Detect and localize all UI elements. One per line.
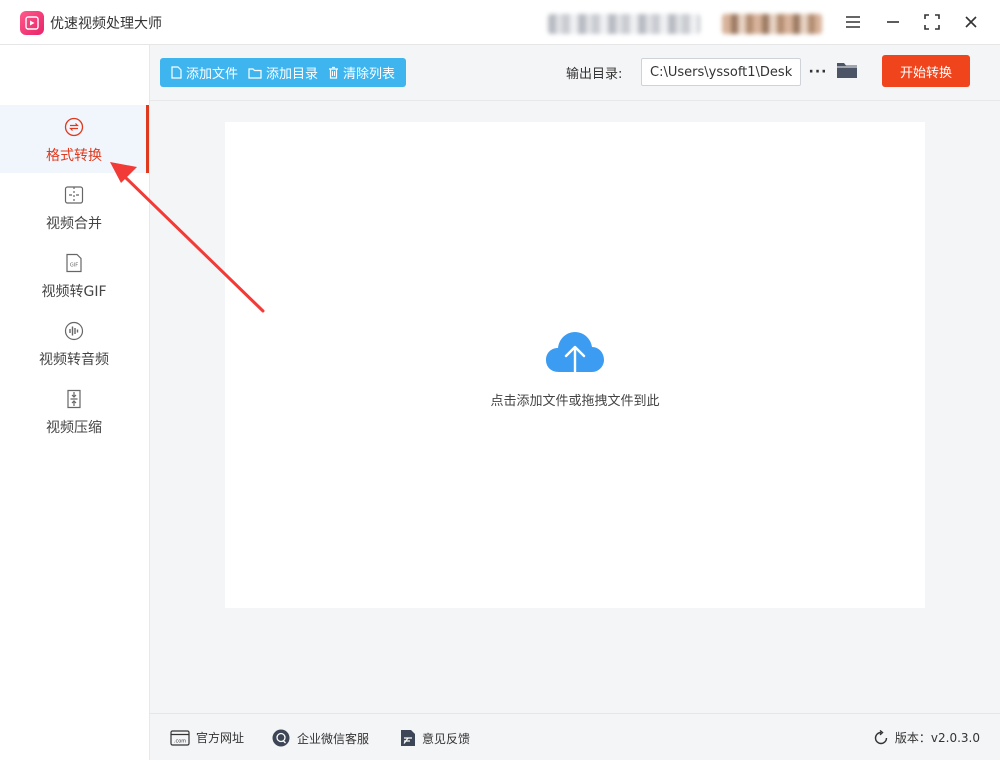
wechat-support-link[interactable]: 企业微信客服 bbox=[271, 729, 369, 747]
minimize-icon[interactable] bbox=[880, 10, 906, 34]
close-icon[interactable] bbox=[958, 10, 984, 34]
sidebar-item-format-convert[interactable]: 格式转换 bbox=[0, 105, 148, 173]
output-directory-input[interactable] bbox=[641, 58, 801, 86]
drop-zone-hint: 点击添加文件或拖拽文件到此 bbox=[490, 394, 660, 409]
menu-icon[interactable] bbox=[840, 10, 866, 34]
app-logo-icon bbox=[20, 11, 44, 35]
sidebar-item-video-compress[interactable]: 视频压缩 bbox=[0, 377, 148, 445]
add-directory-button[interactable]: 添加目录 bbox=[243, 58, 323, 87]
sidebar-item-label: 视频合并 bbox=[46, 216, 102, 232]
sidebar-item-video-to-gif[interactable]: GIF 视频转GIF bbox=[0, 241, 148, 309]
footer: .com 官方网址 企业微信客服 意见反馈 版本：v2.0.3.0 bbox=[150, 713, 1000, 760]
merge-icon bbox=[64, 186, 84, 204]
convert-icon bbox=[64, 117, 84, 137]
avatar[interactable] bbox=[722, 14, 822, 34]
file-drop-zone[interactable]: 点击添加文件或拖拽文件到此 bbox=[225, 122, 925, 608]
clear-list-button[interactable]: 清除列表 bbox=[323, 58, 400, 87]
version-info[interactable]: 版本：v2.0.3.0 bbox=[873, 729, 980, 746]
audio-icon bbox=[64, 321, 84, 341]
feedback-label: 意见反馈 bbox=[422, 731, 471, 746]
sidebar-item-label: 格式转换 bbox=[46, 148, 102, 164]
toolbar: 添加文件 添加目录 清除列表 输出目录: ··· 开始转换 bbox=[150, 45, 1000, 101]
folder-outline-icon bbox=[248, 67, 262, 79]
account-info-blurred bbox=[548, 14, 700, 34]
app-title: 优速视频处理大师 bbox=[50, 16, 162, 32]
title-bar: 优速视频处理大师 bbox=[0, 0, 1000, 45]
wechat-icon bbox=[272, 729, 290, 747]
output-directory-label: 输出目录: bbox=[566, 67, 623, 82]
more-options-button[interactable]: ··· bbox=[807, 59, 829, 85]
sidebar-item-label: 视频压缩 bbox=[46, 420, 102, 436]
website-icon: .com bbox=[170, 729, 190, 746]
feedback-link[interactable]: 意见反馈 bbox=[400, 729, 470, 747]
trash-icon bbox=[329, 66, 339, 79]
sidebar: 格式转换 视频合并 GIF 视频转GIF 视频转音频 视频压缩 bbox=[0, 45, 150, 760]
sidebar-item-video-to-audio[interactable]: 视频转音频 bbox=[0, 309, 148, 377]
svg-text:.com: .com bbox=[174, 738, 186, 744]
cloud-upload-icon bbox=[546, 332, 604, 384]
website-link-label: 官方网址 bbox=[196, 731, 245, 745]
website-link[interactable]: .com 官方网址 bbox=[170, 729, 244, 746]
start-convert-button[interactable]: 开始转换 bbox=[882, 55, 970, 87]
sidebar-item-video-merge[interactable]: 视频合并 bbox=[0, 173, 148, 241]
open-folder-icon[interactable] bbox=[836, 60, 860, 84]
refresh-icon bbox=[874, 729, 888, 744]
clear-list-label: 清除列表 bbox=[343, 67, 396, 82]
version-label: 版本：v2.0.3.0 bbox=[894, 731, 980, 745]
file-icon bbox=[171, 66, 182, 79]
wechat-support-label: 企业微信客服 bbox=[297, 731, 370, 746]
svg-text:GIF: GIF bbox=[70, 263, 78, 269]
add-directory-label: 添加目录 bbox=[266, 67, 319, 82]
more-options-label: ··· bbox=[808, 64, 828, 80]
maximize-icon[interactable] bbox=[919, 10, 945, 34]
add-file-label: 添加文件 bbox=[186, 67, 239, 82]
feedback-icon bbox=[401, 730, 415, 746]
sidebar-item-label: 视频转GIF bbox=[41, 284, 107, 300]
add-file-button[interactable]: 添加文件 bbox=[166, 58, 243, 87]
file-button-group: 添加文件 添加目录 清除列表 bbox=[160, 58, 407, 87]
sidebar-item-label: 视频转音频 bbox=[39, 352, 109, 368]
sidebar-active-indicator bbox=[146, 105, 149, 173]
gif-icon: GIF bbox=[66, 253, 82, 273]
compress-icon bbox=[67, 389, 81, 409]
